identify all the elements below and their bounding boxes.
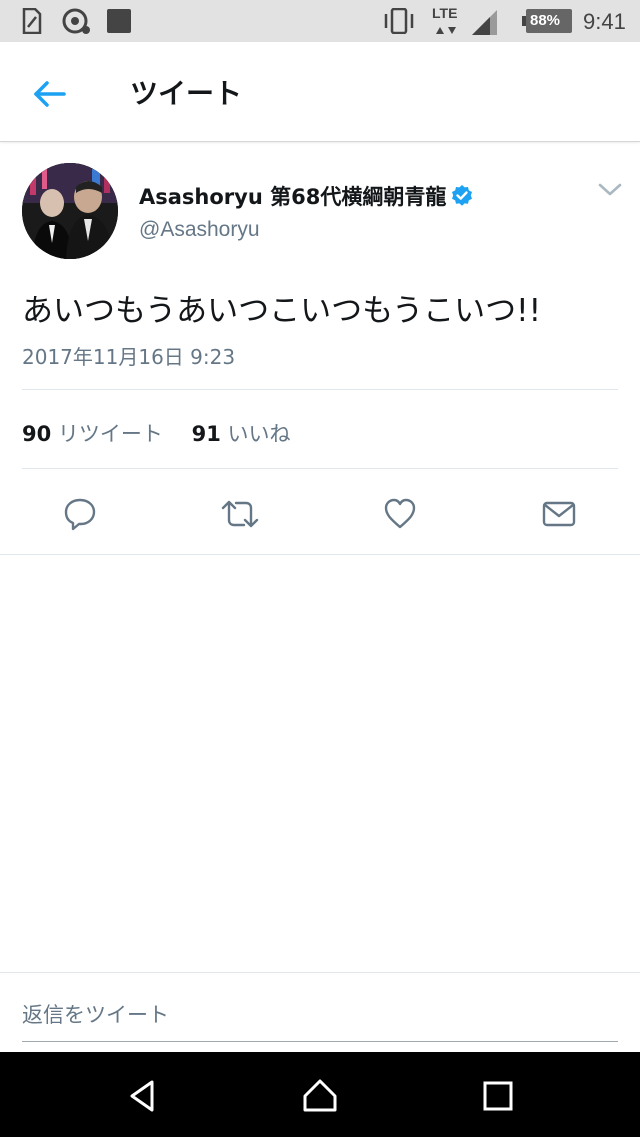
data-arrows-icon	[436, 27, 456, 34]
share-icon	[62, 8, 90, 34]
direct-message-button[interactable]	[537, 492, 581, 536]
signal-icon	[472, 10, 497, 35]
retweet-count[interactable]: 90	[22, 422, 51, 446]
page-title: ツイート	[130, 77, 243, 110]
arrow-left-icon	[34, 81, 66, 107]
retweet-button[interactable]	[218, 492, 262, 536]
avatar-photo	[22, 163, 118, 259]
like-icon	[384, 498, 416, 529]
battery-icon: 88%	[522, 9, 572, 33]
app-bar: ツイート	[0, 42, 640, 142]
status-bar: LTE 88% 9:41	[0, 0, 640, 42]
retweet-icon	[221, 500, 259, 528]
reply-button[interactable]	[58, 492, 102, 536]
recents-square-icon	[483, 1081, 513, 1111]
reply-bar: 返信をツイート	[0, 972, 640, 1052]
retweet-label[interactable]: リツイート	[58, 422, 163, 446]
sim-card-icon	[22, 8, 42, 34]
square-notification-icon	[107, 9, 131, 33]
divider	[22, 389, 618, 390]
system-home-button[interactable]	[298, 1074, 342, 1118]
user-handle[interactable]: @Asashoryu	[139, 218, 260, 242]
reply-input[interactable]: 返信をツイート	[22, 999, 169, 1029]
battery-level: 88%	[530, 12, 561, 29]
system-back-button[interactable]	[120, 1074, 164, 1118]
like-label[interactable]: いいね	[228, 422, 291, 446]
reply-input-underline	[22, 1041, 618, 1042]
tweet-stats: 90 リツイート 91 いいね	[22, 418, 313, 448]
like-button[interactable]	[378, 492, 422, 536]
like-count[interactable]: 91	[192, 422, 221, 446]
network-type: LTE	[432, 5, 458, 21]
tweet-text: あいつもうあいつこいつもうこいつ!!	[22, 293, 541, 329]
clock: 9:41	[583, 9, 626, 34]
system-nav-bar	[0, 1052, 640, 1137]
verified-badge-icon	[452, 185, 472, 206]
home-circle-icon	[303, 1079, 337, 1112]
avatar[interactable]	[22, 163, 118, 259]
system-recents-button[interactable]	[476, 1074, 520, 1118]
tweet-timestamp: 2017年11月16日 9:23	[22, 345, 236, 369]
divider	[22, 468, 618, 469]
back-button[interactable]	[28, 72, 72, 116]
chevron-down-icon[interactable]	[597, 180, 623, 200]
vibrate-icon	[384, 8, 414, 34]
display-name[interactable]: Asashoryu 第68代横綱朝青龍	[139, 181, 446, 211]
message-icon	[542, 501, 576, 527]
reply-icon	[64, 498, 96, 531]
back-triangle-icon	[130, 1080, 154, 1112]
divider	[0, 554, 640, 555]
